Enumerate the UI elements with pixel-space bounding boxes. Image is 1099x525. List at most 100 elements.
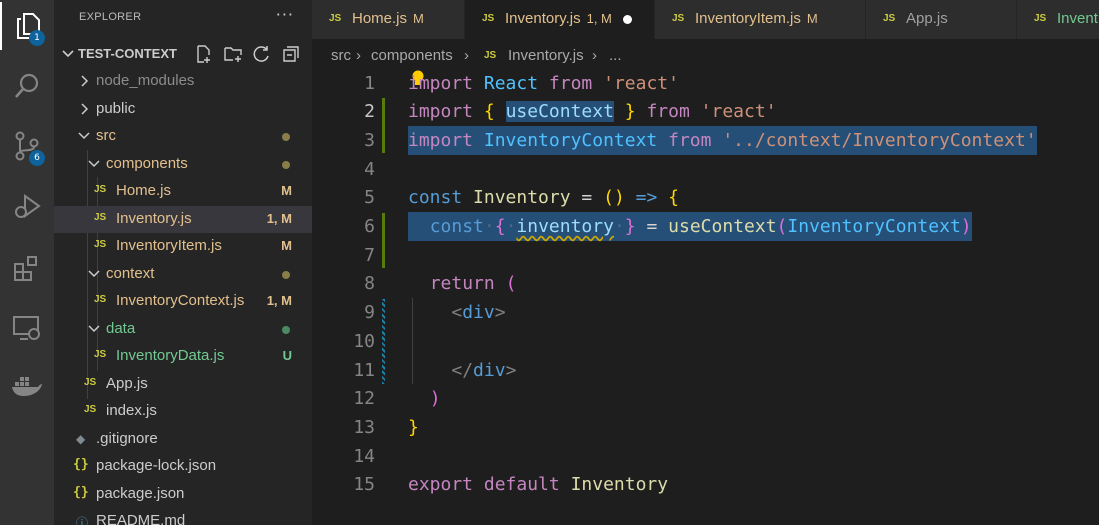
tree-label: public — [96, 100, 136, 117]
tree-label: data — [106, 320, 136, 337]
tree-label: InventoryItem.js — [116, 237, 222, 254]
tree-label: .gitignore — [96, 430, 158, 447]
docker-icon[interactable] — [0, 362, 54, 410]
js-file-icon: JS — [94, 212, 107, 223]
tree-label: context — [106, 265, 155, 282]
tab-inventoryitem-js[interactable]: JS InventoryItem.js M — [655, 0, 866, 39]
tree-folder-components[interactable]: components — [54, 151, 312, 178]
code-line-11[interactable]: </div> — [408, 356, 516, 385]
tree-label: InventoryData.js — [116, 347, 225, 364]
line-number: 3 — [364, 130, 375, 151]
line-number: 1 — [364, 73, 375, 94]
json-file-icon: {} — [73, 457, 89, 472]
code-line-13[interactable]: } — [408, 413, 419, 442]
tab-home-js[interactable]: JS Home.js M — [312, 0, 465, 39]
tree-file-gitignore[interactable]: ◆ .gitignore — [54, 426, 312, 453]
tree-label: package.json — [96, 485, 185, 502]
chevron-right-icon: › — [592, 47, 597, 64]
js-file-icon: JS — [94, 184, 107, 195]
tab-inventorydata-js[interactable]: JS Invent — [1017, 0, 1099, 39]
json-file-icon: {} — [73, 485, 89, 500]
tab-status: 1, M — [586, 11, 612, 26]
tree-label: App.js — [106, 375, 148, 392]
code-line-8[interactable]: return ( — [408, 269, 517, 298]
code-line-1[interactable]: import React from 'react' — [408, 69, 679, 98]
info-file-icon: ⓘ — [76, 516, 89, 525]
tab-inventory-js[interactable]: JS Inventory.js 1, M — [465, 0, 655, 39]
line-number: 14 — [353, 446, 375, 467]
tree-file-inventorycontext-js[interactable]: JS InventoryContext.js 1, M — [54, 288, 312, 315]
extensions-icon[interactable] — [0, 244, 54, 292]
line-number: 12 — [353, 388, 375, 409]
breadcrumb-symbol[interactable]: ... — [609, 47, 622, 64]
js-file-icon: JS — [883, 13, 896, 24]
tree-folder-src[interactable]: src — [54, 123, 312, 150]
code-editor[interactable]: 1 2 3 4 5 6 7 8 9 10 11 12 13 14 15 impo… — [312, 69, 1099, 525]
tree-file-inventorydata-js[interactable]: JS InventoryData.js U — [54, 343, 312, 370]
tree-file-index-js[interactable]: JS index.js — [54, 398, 312, 425]
search-icon[interactable] — [0, 62, 54, 110]
tree-file-inventoryitem-js[interactable]: JS InventoryItem.js M — [54, 233, 312, 260]
remote-explorer-icon[interactable] — [0, 304, 54, 352]
untracked-dot — [282, 326, 290, 334]
modified-dot — [282, 133, 290, 141]
js-file-icon: JS — [482, 13, 495, 24]
unsaved-dot-icon[interactable] — [623, 15, 632, 24]
chevron-down-icon — [78, 132, 90, 140]
tree-label: README.md — [96, 512, 186, 525]
line-number: 10 — [353, 331, 375, 352]
explorer-icon[interactable]: 1 — [0, 2, 54, 50]
breadcrumb-file[interactable]: Inventory.js — [508, 47, 584, 64]
code-line-6[interactable]: const·{·inventory·} = useContext(Invento… — [408, 212, 972, 241]
tree-file-app-js[interactable]: JS App.js — [54, 371, 312, 398]
breadcrumb-src[interactable]: src — [331, 47, 351, 64]
project-name: TEST-CONTEXT — [78, 46, 177, 61]
tree-file-package-json[interactable]: {} package.json — [54, 481, 312, 508]
tree-file-package-lock-json[interactable]: {} package-lock.json — [54, 453, 312, 480]
line-number: 7 — [364, 245, 375, 266]
js-file-icon: JS — [84, 377, 97, 388]
tree-label: index.js — [106, 402, 157, 419]
code-line-3[interactable]: import InventoryContext from '../context… — [408, 126, 1037, 155]
explorer-title: EXPLORER — [79, 11, 142, 23]
js-file-icon: JS — [484, 50, 497, 61]
tree-label: Inventory.js — [116, 210, 192, 227]
more-actions-button[interactable]: ··· — [276, 5, 294, 24]
js-file-icon: JS — [94, 294, 107, 305]
project-header[interactable]: TEST-CONTEXT — [54, 43, 312, 65]
js-file-icon: JS — [94, 239, 107, 250]
code-line-5[interactable]: const Inventory = () => { — [408, 183, 679, 212]
tree-file-readme-md[interactable]: ⓘ README.md — [54, 508, 312, 525]
git-status: M — [281, 238, 292, 253]
tree-folder-node-modules[interactable]: node_modules — [54, 68, 312, 95]
git-modified-gutter — [382, 299, 385, 384]
line-number: 4 — [364, 159, 375, 180]
tree-folder-data[interactable]: data — [54, 316, 312, 343]
new-file-icon[interactable] — [195, 45, 213, 63]
git-modified-gutter — [382, 213, 385, 268]
code-line-9[interactable]: <div> — [408, 298, 505, 327]
tab-app-js[interactable]: JS App.js — [866, 0, 1017, 39]
code-line-15[interactable]: export default Inventory — [408, 470, 668, 499]
tree-label: src — [96, 127, 116, 144]
collapse-all-icon[interactable] — [282, 45, 300, 63]
source-control-icon[interactable]: 6 — [0, 122, 54, 170]
explorer-sidebar: EXPLORER ··· TEST-CONTEXT node_modules p… — [54, 0, 312, 525]
line-number: 13 — [353, 417, 375, 438]
line-number: 8 — [364, 273, 375, 294]
tree-folder-context[interactable]: context — [54, 261, 312, 288]
tree-folder-public[interactable]: public — [54, 96, 312, 123]
chevron-right-icon — [81, 103, 89, 115]
tab-label: InventoryItem.js — [695, 10, 801, 27]
tree-file-inventory-js[interactable]: JS Inventory.js 1, M — [54, 206, 312, 233]
breadcrumb-components[interactable]: components — [371, 47, 453, 64]
tree-file-home-js[interactable]: JS Home.js M — [54, 178, 312, 205]
line-number: 5 — [364, 187, 375, 208]
run-debug-icon[interactable] — [0, 182, 54, 230]
scm-badge: 6 — [29, 150, 45, 166]
new-folder-icon[interactable] — [224, 45, 242, 63]
refresh-icon[interactable] — [253, 45, 271, 63]
git-status: 1, M — [266, 293, 292, 308]
code-line-2[interactable]: import { useContext } from 'react' — [408, 97, 777, 126]
code-line-12[interactable]: ) — [408, 384, 441, 413]
